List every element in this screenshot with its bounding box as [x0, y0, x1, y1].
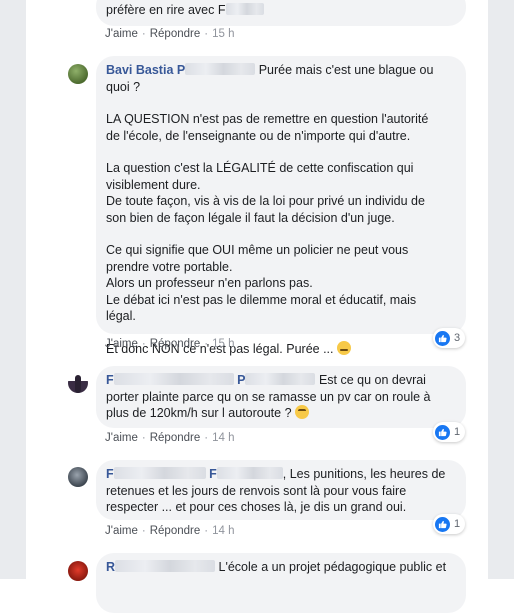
author-name[interactable]: F F — [106, 467, 283, 481]
author-name[interactable]: Bavi Bastia P — [106, 63, 256, 77]
unamused-emoji — [337, 340, 351, 355]
redacted-name — [225, 3, 264, 15]
author-name[interactable]: R — [106, 560, 216, 574]
reply-link[interactable]: Répondre — [150, 28, 201, 40]
comment-text: préfère en rire avec F — [106, 3, 226, 17]
reply-link[interactable]: Répondre — [150, 338, 201, 350]
reply-link[interactable]: Répondre — [150, 432, 201, 444]
like-icon — [435, 424, 450, 440]
paragraph-3: Ce qui signifie que OUI même un policier… — [106, 243, 417, 323]
like-link[interactable]: J'aime — [105, 28, 138, 40]
reaction-count-2[interactable]: 1 — [433, 422, 466, 442]
avatar-f1[interactable] — [68, 373, 88, 393]
timestamp[interactable]: 15 h — [212, 28, 234, 40]
like-link[interactable]: J'aime — [105, 338, 138, 350]
avatar-bavi[interactable] — [68, 64, 88, 84]
like-link[interactable]: J'aime — [105, 525, 138, 537]
avatar-r[interactable] — [68, 561, 88, 581]
thinking-emoji — [295, 405, 310, 419]
right-gutter — [488, 0, 514, 579]
comment-actions-1: J'aime · Répondre · 15 h — [105, 338, 235, 350]
comment-actions-2: J'aime · Répondre · 14 h — [105, 432, 235, 444]
comment-bubble-3: F F, Les punitions, les heures de retenu… — [96, 460, 466, 520]
comment-actions-0: J'aime · Répondre · 15 h — [105, 28, 235, 40]
like-link[interactable]: J'aime — [105, 432, 138, 444]
author-name[interactable]: F P — [106, 373, 316, 387]
timestamp[interactable]: 15 h — [212, 338, 234, 350]
paragraph-1: LA QUESTION n'est pas de remettre en que… — [106, 112, 429, 143]
like-icon — [435, 330, 450, 346]
left-gutter — [0, 0, 26, 579]
comment-bubble-2: F P Est ce qu on devrai porter plainte p… — [96, 366, 466, 428]
comment-bubble-0: préfère en rire avec F — [96, 0, 466, 26]
reaction-count-3[interactable]: 1 — [433, 514, 466, 534]
comment-bubble-4: R L'école a un projet pédagogique public… — [96, 553, 466, 613]
like-icon — [435, 516, 450, 532]
timestamp[interactable]: 14 h — [212, 525, 234, 537]
comment-actions-3: J'aime · Répondre · 14 h — [105, 525, 235, 537]
reaction-count-1[interactable]: 3 — [433, 328, 466, 348]
paragraph-2: La question c'est la LÉGALITÉ de cette c… — [106, 161, 425, 225]
reply-link[interactable]: Répondre — [150, 525, 201, 537]
comment-bubble-1: Bavi Bastia P Purée mais c'est une blagu… — [96, 56, 466, 356]
timestamp[interactable]: 14 h — [212, 432, 234, 444]
avatar-f2[interactable] — [68, 467, 88, 487]
